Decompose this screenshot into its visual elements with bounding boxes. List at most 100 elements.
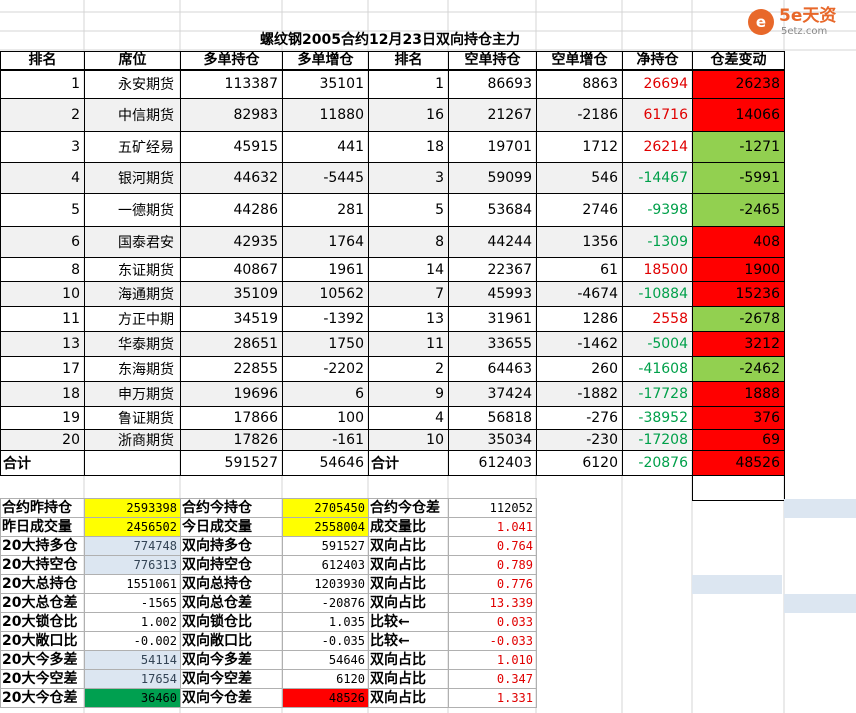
summary-key-3: 双向占比: [368, 536, 449, 556]
summary-value-1: 54114: [84, 650, 181, 670]
rank-short-cell: 7: [368, 281, 449, 307]
total-label-short: 合计: [368, 450, 449, 476]
long-change-cell: 11880: [282, 98, 369, 132]
seat-cell: 银河期货: [84, 162, 181, 194]
diff-change-cell: 408: [692, 226, 785, 258]
brand-logo: e 5e天资 5etz.com: [748, 4, 854, 40]
logo-brand: 5e天资: [779, 6, 837, 26]
long-change-cell: 10562: [282, 281, 369, 307]
summary-key-2: 双向今仓差: [180, 688, 283, 708]
short-change-cell: 1712: [536, 131, 623, 163]
summary-value-3: 13.339: [448, 593, 537, 613]
long-position-cell: 82983: [180, 98, 283, 132]
diff-change-cell: -2465: [692, 193, 785, 227]
long-position-cell: 28651: [180, 331, 283, 357]
table-row: 19 鲁证期货 17866 100 4 56818 -276 -38952 376: [0, 406, 785, 430]
summary-value-2: 2558004: [282, 517, 369, 537]
rank-long-cell: 2: [0, 98, 85, 132]
rank-long-cell: 13: [0, 331, 85, 357]
seat-cell: 东海期货: [84, 356, 181, 382]
total-row: 合计 591527 54646 合计 612403 6120 -20876 48526: [0, 450, 785, 476]
seat-cell: 国泰君安: [84, 226, 181, 258]
total-label: 合计: [0, 450, 85, 476]
summary-key-2: 合约今持仓: [180, 498, 283, 518]
summary-value-3: 1.331: [448, 688, 537, 708]
rank-short-cell: 8: [368, 226, 449, 258]
col-header-rank-long: 排名: [0, 51, 85, 71]
spacer-row: [1, 475, 785, 501]
rank-long-cell: 19: [0, 406, 85, 430]
rank-short-cell: 4: [368, 406, 449, 430]
short-position-cell: 33655: [448, 331, 537, 357]
summary-value-1: 36460: [84, 688, 181, 708]
summary-row: 合约昨持仓 2593398 合约今持仓 2705450 合约今仓差 112052: [0, 498, 537, 518]
long-change-cell: 441: [282, 131, 369, 163]
table-row: 11 方正中期 34519 -1392 13 31961 1286 2558 -2678: [0, 306, 785, 332]
short-change-cell: -276: [536, 406, 623, 430]
summary-value-2: 1.035: [282, 612, 369, 632]
summary-key-2: 今日成交量: [180, 517, 283, 537]
summary-key-3: 成交量比: [368, 517, 449, 537]
net-position-cell: -38952: [622, 406, 693, 430]
short-position-cell: 22367: [448, 257, 537, 282]
net-position-cell: -5004: [622, 331, 693, 357]
logo-icon: e: [748, 9, 774, 35]
summary-row: 20大今空差 17654 双向今空差 6120 双向占比 0.347: [0, 669, 537, 689]
summary-value-2: -20876: [282, 593, 369, 613]
summary-value-3: -0.033: [448, 631, 537, 651]
short-change-cell: 61: [536, 257, 623, 282]
long-change-cell: 1764: [282, 226, 369, 258]
seat-cell: 中信期货: [84, 98, 181, 132]
short-change-cell: -2186: [536, 98, 623, 132]
short-change-cell: 546: [536, 162, 623, 194]
long-position-cell: 35109: [180, 281, 283, 307]
net-position-cell: -1309: [622, 226, 693, 258]
seat-cell: 方正中期: [84, 306, 181, 332]
rank-short-cell: 14: [368, 257, 449, 282]
summary-value-3: 1.010: [448, 650, 537, 670]
net-position-cell: 61716: [622, 98, 693, 132]
total-long-change: 54646: [282, 450, 369, 476]
summary-row: 20大锁仓比 1.002 双向锁仓比 1.035 比较← 0.033: [0, 612, 537, 632]
long-change-cell: 281: [282, 193, 369, 227]
summary-key-1: 20大今空差: [0, 669, 85, 689]
net-position-cell: -17208: [622, 429, 693, 451]
net-position-cell: -9398: [622, 193, 693, 227]
summary-key-3: 双向占比: [368, 669, 449, 689]
summary-value-2: 48526: [282, 688, 369, 708]
highlight-cell: [784, 594, 856, 613]
rank-long-cell: 11: [0, 306, 85, 332]
diff-change-cell: 1888: [692, 381, 785, 407]
rank-long-cell: 8: [0, 257, 85, 282]
long-change-cell: 100: [282, 406, 369, 430]
short-change-cell: -4674: [536, 281, 623, 307]
short-position-cell: 35034: [448, 429, 537, 451]
summary-value-1: 774748: [84, 536, 181, 556]
summary-key-3: 双向占比: [368, 574, 449, 594]
diff-change-cell: 1900: [692, 257, 785, 282]
spacer-cell: [85, 476, 181, 501]
summary-key-2: 双向今多差: [180, 650, 283, 670]
table-row: 18 申万期货 19696 6 9 37424 -1882 -17728 1888: [0, 381, 785, 407]
net-position-cell: 26694: [622, 69, 693, 99]
summary-key-2: 双向总持仓: [180, 574, 283, 594]
highlight-cell: [692, 575, 782, 594]
summary-value-1: -0.002: [84, 631, 181, 651]
col-header-rank-short: 排名: [368, 51, 449, 71]
long-position-cell: 44632: [180, 162, 283, 194]
summary-key-3: 比较←: [368, 612, 449, 632]
summary-value-2: 612403: [282, 555, 369, 575]
long-change-cell: 1750: [282, 331, 369, 357]
seat-cell: 东证期货: [84, 257, 181, 282]
page-title: 螺纹钢2005合约12月23日双向持仓主力: [260, 32, 520, 48]
table-row: 4 银河期货 44632 -5445 3 59099 546 -14467 -5991: [0, 162, 785, 194]
seat-cell: 一德期货: [84, 193, 181, 227]
spacer-cell: [623, 476, 693, 501]
short-position-cell: 53684: [448, 193, 537, 227]
spacer-cell: [692, 475, 785, 501]
long-change-cell: -2202: [282, 356, 369, 382]
rank-long-cell: 4: [0, 162, 85, 194]
summary-value-2: 2705450: [282, 498, 369, 518]
spacer-cell: [369, 476, 449, 501]
summary-row: 20大敞口比 -0.002 双向敞口比 -0.035 比较← -0.033: [0, 631, 537, 651]
